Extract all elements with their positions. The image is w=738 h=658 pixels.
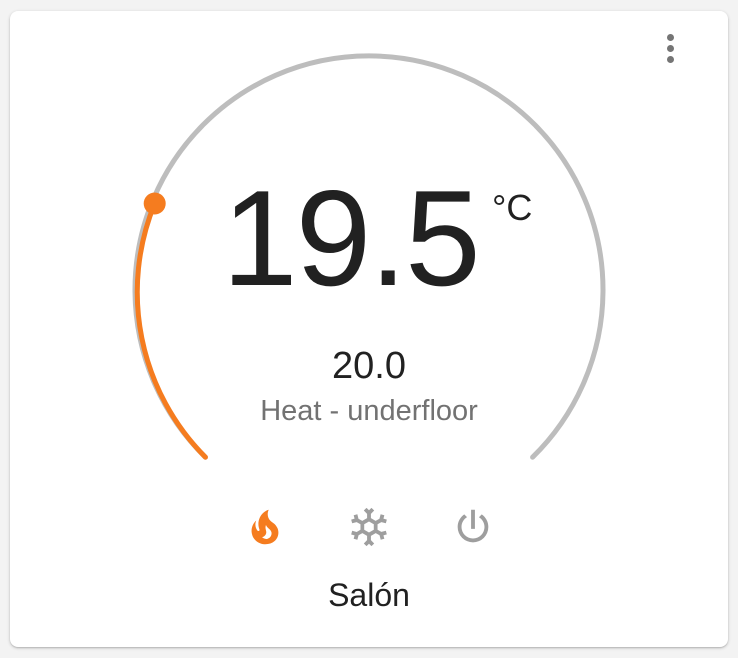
cool-mode-button[interactable]: [346, 504, 392, 550]
temperature-unit: °C: [492, 187, 533, 228]
dial-handle[interactable]: [143, 192, 166, 215]
hvac-mode-label: Heat - underfloor: [260, 395, 478, 427]
target-temperature: 20.0: [332, 345, 406, 387]
temperature-dial: [132, 53, 606, 460]
heat-mode-button[interactable]: [242, 504, 288, 550]
fire-icon: [251, 509, 279, 545]
thermostat-name: Salón: [328, 577, 410, 613]
power-icon: [457, 509, 489, 543]
off-mode-button[interactable]: [450, 504, 496, 550]
current-temperature: 19.5: [222, 162, 481, 314]
snowflake-icon: [351, 507, 387, 547]
